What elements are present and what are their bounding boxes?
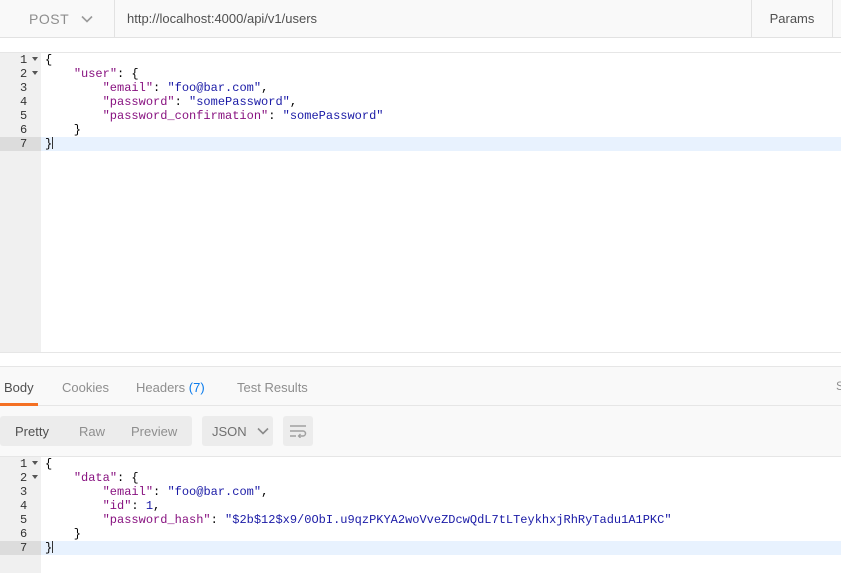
code-line: 3 "email": "foo@bar.com", xyxy=(0,81,841,95)
text-cursor xyxy=(52,137,54,149)
tab-label: Headers xyxy=(136,380,186,395)
code-line: 4 "password": "somePassword", xyxy=(0,95,841,109)
code-line: 2 "user": { xyxy=(0,67,841,81)
code-text: { xyxy=(45,53,53,67)
mode-preview-button[interactable]: Preview xyxy=(131,424,177,439)
code-line: 5 "password_confirmation": "somePassword… xyxy=(0,109,841,123)
code-line: 7} xyxy=(0,137,841,151)
line-number: 3 xyxy=(20,81,28,95)
app-root: POST http://localhost:4000/api/v1/users … xyxy=(0,0,841,573)
fold-arrow-icon[interactable] xyxy=(32,475,38,479)
code-text: "email": "foo@bar.com", xyxy=(102,485,269,499)
code-text: } xyxy=(45,123,82,137)
tab-body[interactable]: Body xyxy=(0,367,38,406)
fold-arrow-icon[interactable] xyxy=(32,71,38,75)
code-line: 6 } xyxy=(0,123,841,137)
line-number: 7 xyxy=(0,137,41,151)
code-text: "password_confirmation": "somePassword" xyxy=(102,109,384,123)
view-mode-selector: Pretty Raw Preview xyxy=(0,416,192,446)
code-text: "user": { xyxy=(73,67,139,81)
line-number: 7 xyxy=(0,541,41,555)
code-text: "email": "foo@bar.com", xyxy=(102,81,269,95)
method-select[interactable]: POST xyxy=(0,0,115,37)
line-number: 6 xyxy=(20,123,28,137)
response-tabs: Body Cookies Headers (7) Test Results S xyxy=(0,366,841,406)
code-text: } xyxy=(45,137,54,151)
tab-cookies[interactable]: Cookies xyxy=(62,367,109,406)
request-url-bar: POST http://localhost:4000/api/v1/users … xyxy=(0,0,841,38)
code-text: { xyxy=(45,457,53,471)
line-number: 5 xyxy=(20,109,28,123)
line-number: 6 xyxy=(20,527,28,541)
params-button[interactable]: Params xyxy=(751,0,833,37)
code-line: 5 "password_hash": "$2b$12$x9/0ObI.u9qzP… xyxy=(0,513,841,527)
method-label: POST xyxy=(29,10,70,27)
code-line: 1{ xyxy=(0,457,841,471)
line-number: 3 xyxy=(20,485,28,499)
tab-headers[interactable]: Headers (7) xyxy=(136,367,205,406)
response-format-toolbar: Pretty Raw Preview JSON xyxy=(0,406,841,456)
code-text: } xyxy=(45,541,54,555)
line-number: 4 xyxy=(20,499,28,513)
format-dropdown[interactable]: JSON xyxy=(202,416,273,446)
code-line: 1{ xyxy=(0,53,841,67)
code-line: 4 "id": 1, xyxy=(0,499,841,513)
format-label: JSON xyxy=(212,423,247,439)
url-input[interactable]: http://localhost:4000/api/v1/users xyxy=(116,0,751,37)
line-number: 5 xyxy=(20,513,28,527)
tab-label: Test Results xyxy=(237,380,308,395)
code-text: "password_hash": "$2b$12$x9/0ObI.u9qzPKY… xyxy=(102,513,672,527)
chevron-down-icon xyxy=(81,15,93,23)
request-body-editor[interactable]: 1{2 "user": {3 "email": "foo@bar.com", 4 … xyxy=(0,52,841,353)
code-text: "data": { xyxy=(73,471,139,485)
headers-count: (7) xyxy=(188,380,205,395)
text-cursor xyxy=(52,541,54,553)
fold-arrow-icon[interactable] xyxy=(32,461,38,465)
line-number: 4 xyxy=(20,95,28,109)
code-line: 6 } xyxy=(0,527,841,541)
chevron-down-icon xyxy=(257,427,269,435)
tab-overflow[interactable]: S xyxy=(836,379,841,393)
code-text: } xyxy=(45,527,82,541)
wrap-lines-icon xyxy=(290,425,307,438)
code-text: "password": "somePassword", xyxy=(102,95,298,109)
mode-raw-button[interactable]: Raw xyxy=(79,424,105,439)
code-line: 2 "data": { xyxy=(0,471,841,485)
mode-pretty-button[interactable]: Pretty xyxy=(15,424,49,439)
response-body-viewer[interactable]: 1{2 "data": {3 "email": "foo@bar.com", 4 … xyxy=(0,456,841,573)
code-line: 7} xyxy=(0,541,841,555)
tab-label: Cookies xyxy=(62,380,109,395)
fold-arrow-icon[interactable] xyxy=(32,57,38,61)
code-text: "id": 1, xyxy=(102,499,161,513)
wrap-lines-button[interactable] xyxy=(283,416,313,446)
tab-test-results[interactable]: Test Results xyxy=(237,367,308,406)
code-line: 3 "email": "foo@bar.com", xyxy=(0,485,841,499)
tab-label: Body xyxy=(4,380,34,395)
